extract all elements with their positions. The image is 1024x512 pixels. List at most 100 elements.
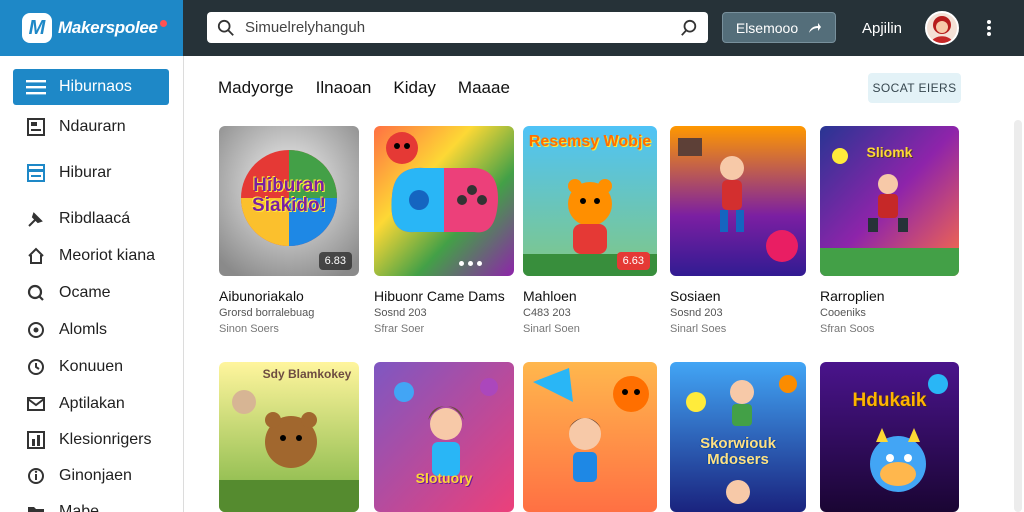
search-icon [217,19,234,36]
card-meta: Sfran Soos [820,323,875,335]
game-card[interactable]: Sliomk Rarroplien Cooeniks Sfran Soos [820,126,959,335]
notification-dot-icon [159,19,167,27]
game-card[interactable]: Sosiaen Sosnd 203 Sinarl Soes [670,126,806,335]
sort-button[interactable]: SOCAT EIERS [868,73,961,103]
game-card[interactable]: Sdy Blamkokey [219,362,359,512]
card-title[interactable]: Hibuonr Came Dams [374,288,514,304]
header-action-label: Elsemooo [735,19,799,36]
game-thumbnail[interactable]: Hdukaik [820,362,959,512]
game-thumbnail[interactable] [670,126,806,276]
card-subtitle: Grorsd borralebuag [219,307,315,319]
game-thumbnail[interactable]: Resemsy Wobje 6.63 [523,126,657,276]
game-card[interactable] [523,362,657,512]
scrollbar[interactable] [1014,120,1022,512]
brand[interactable]: M Makerspolee [0,0,183,56]
game-thumbnail[interactable] [374,126,514,276]
game-art-title: Slotuory [415,470,473,486]
username[interactable]: Apjilin [862,20,902,37]
card-title[interactable]: Aibunoriakalo [219,288,359,304]
card-title[interactable]: Mahloen [523,288,657,304]
tab-0[interactable]: Madyorge [218,78,294,98]
sidebar-item-2[interactable]: Hiburar [13,155,169,191]
menu-icon [25,76,47,98]
sidebar-item-label: Aptilakan [59,395,125,412]
rating-badge: 6.83 [318,252,352,270]
home-icon [25,245,47,267]
sidebar-item-6[interactable]: Alomls [13,312,169,348]
game-thumbnail[interactable] [523,362,657,512]
sidebar-item-11[interactable]: Mabe [13,494,169,512]
filter-tabs: Madyorge Ilnaoan Kiday Maaae [218,78,510,98]
game-art-title: Sdy Blamkokey [262,367,352,381]
brand-logo-icon: M [22,13,52,43]
sidebar-item-label: Ocame [59,284,111,301]
sidebar-item-label: Ribdlaacá [59,210,131,227]
game-card[interactable]: Hdukaik [820,362,959,512]
game-art-title: Sliomk [866,144,913,160]
game-art-title: Resemsy Wobje [528,133,652,150]
tab-2[interactable]: Kiday [393,78,436,98]
tab-1[interactable]: Ilnaoan [316,78,372,98]
card-title[interactable]: Rarroplien [820,288,959,304]
card-subtitle: Cooeniks [820,307,866,319]
carousel-dots [459,261,482,266]
game-thumbnail[interactable]: Hiburan Siakido! 6.83 [219,126,359,276]
sidebar-item-7[interactable]: Konuuen [13,349,169,385]
sidebar-item-5[interactable]: Ocame [13,275,169,311]
avatar[interactable] [925,11,959,45]
search-icon [25,282,47,304]
game-thumbnail[interactable]: Slotuory [374,362,514,512]
sidebar-item-label: Konuuen [59,358,124,375]
sidebar-item-label: Hiburnaos [59,78,132,95]
avatar-portrait-icon [931,16,953,43]
more-options-icon[interactable] [984,18,994,38]
card-title[interactable]: Sosiaen [670,288,806,304]
sidebar-item-label: Mabe [59,503,100,512]
sidebar-item-label: Klesionrigers [59,431,152,448]
sidebar-item-label: Meoriot kiana [59,247,156,264]
card-meta: Sinarl Soes [670,323,727,335]
brand-name: Makerspolee [58,18,158,37]
sidebar-item-9[interactable]: Klesionrigers [13,422,169,458]
game-art-title: Hdukaik [852,390,927,411]
card-icon [25,162,47,184]
clock-icon [25,356,47,378]
search-input[interactable] [245,19,680,36]
game-card[interactable]: Slotuory [374,362,514,512]
header-action-button[interactable]: Elsemooo [722,12,836,43]
image-icon [25,116,47,138]
sidebar-item-3[interactable]: Ribdlaacá [13,201,169,237]
game-card[interactable]: Skorwiouk Mdosers [670,362,806,512]
game-art-title: Hiburan Siakido! [252,175,326,216]
game-thumbnail[interactable]: Sliomk [820,126,959,276]
pin-icon [25,208,47,230]
rating-badge: 6.63 [616,252,650,270]
game-thumbnail[interactable]: Skorwiouk Mdosers [670,362,806,512]
card-subtitle: Sosnd 203 [374,307,427,319]
sidebar-item-label: Ndaurarn [59,118,126,135]
card-meta: Sinon Soers [219,323,279,335]
search-submit-icon[interactable] [680,19,698,37]
sidebar-item-1[interactable]: Ndaurarn [13,109,169,145]
share-arrow-icon [809,22,822,33]
folder-icon [25,501,47,512]
card-subtitle: Sosnd 203 [670,307,723,319]
tab-3[interactable]: Maaae [458,78,510,98]
sidebar-item-10[interactable]: Ginonjaen [13,458,169,494]
sidebar-item-0[interactable]: Hiburnaos [13,69,169,105]
sidebar-item-8[interactable]: Aptilakan [13,386,169,422]
sidebar-item-4[interactable]: Meoriot kiana [13,238,169,274]
game-card[interactable]: Resemsy Wobje 6.63 Mahloen C483 203 Sina… [523,126,657,335]
search-bar[interactable] [207,12,708,43]
chart-icon [25,429,47,451]
card-subtitle: C483 203 [523,307,571,319]
card-meta: Sinarl Soen [523,323,580,335]
sidebar: Hiburnaos Ndaurarn Hiburar Ribdlaacá Meo… [0,56,184,512]
info-icon [25,465,47,487]
game-thumbnail[interactable]: Sdy Blamkokey [219,362,359,512]
game-card[interactable]: Hibuonr Came Dams Sosnd 203 Sfrar Soer [374,126,514,335]
sidebar-item-label: Ginonjaen [59,467,132,484]
sidebar-item-label: Hiburar [59,164,112,181]
game-card[interactable]: Hiburan Siakido! 6.83 Aibunoriakalo Gror… [219,126,359,335]
gear-icon [25,319,47,341]
